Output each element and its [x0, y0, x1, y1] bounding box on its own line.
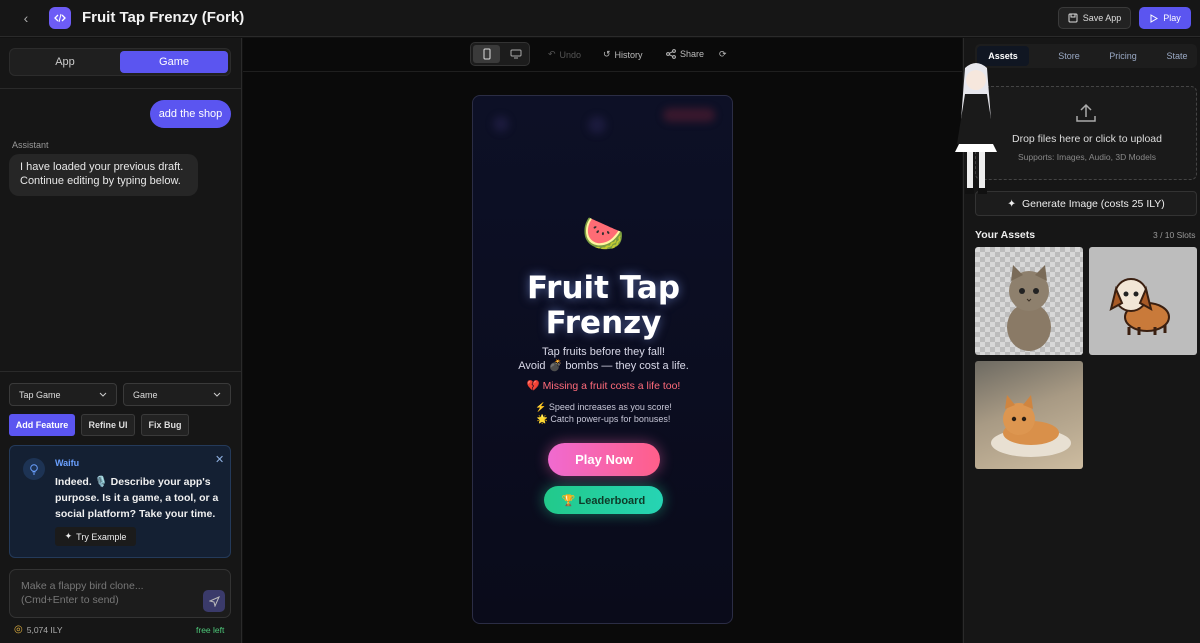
template-select[interactable]: Tap Game [9, 383, 117, 406]
template-select-value: Tap Game [19, 389, 61, 400]
preview-area: ↶ Undo ↺ History Share ⟳ 🍉 Fruit Tap Fre… [243, 38, 962, 643]
game-warning: 💔 Missing a fruit costs a life too! [526, 380, 681, 392]
right-tabs: Assets Store Pricing State [975, 44, 1197, 68]
generate-image-button[interactable]: ✦ Generate Image (costs 25 ILY) [975, 191, 1197, 216]
prompt-input[interactable]: Make a flappy bird clone... (Cmd+Enter t… [9, 569, 231, 618]
add-feature-button[interactable]: Add Feature [9, 414, 75, 436]
your-assets-heading: Your Assets [975, 229, 1036, 241]
fix-bug-button[interactable]: Fix Bug [141, 414, 189, 436]
sparkle-icon: ✦ [1007, 197, 1016, 210]
app-title: Fruit Tap Frenzy (Fork) [82, 9, 245, 26]
send-icon [208, 595, 220, 607]
asset-thumbnail-orange-kitten[interactable] [975, 361, 1083, 469]
play-icon [1150, 13, 1159, 23]
dropzone-title: Drop files here or click to upload [1012, 133, 1162, 145]
credits-value: 5,074 ILY [26, 624, 63, 635]
prompt-placeholder: Make a flappy bird clone... (Cmd+Enter t… [21, 580, 144, 606]
close-icon[interactable]: ✕ [215, 453, 224, 466]
kitten-image [1007, 265, 1051, 351]
chat-panel: App Game add the shop Assistant I have l… [0, 38, 242, 643]
free-left-label: free left [196, 625, 225, 635]
upload-dropzone[interactable]: Drop files here or click to upload Suppo… [975, 86, 1197, 180]
mode-segmented-control: App Game [9, 48, 231, 76]
waifu-mascot-image [955, 63, 997, 194]
mode-select[interactable]: Game [123, 383, 231, 406]
share-label: Share [680, 49, 705, 59]
game-title: Fruit Tap Frenzy [473, 270, 732, 341]
refresh-icon[interactable]: ⟳ [719, 49, 727, 60]
game-description-line: Tap fruits before they fall! [542, 346, 665, 358]
history-icon: ↺ [603, 49, 611, 59]
orange-kitten-image [991, 395, 1071, 457]
undo-label: Undo [559, 49, 582, 60]
background-particle [588, 116, 606, 134]
game-preview-frame: 🍉 Fruit Tap Frenzy Tap fruits before the… [472, 95, 733, 624]
game-tip: ⚡ Speed increases as you score! [535, 402, 672, 412]
leaderboard-button[interactable]: 🏆 Leaderboard [544, 486, 663, 514]
save-app-button[interactable]: Save App [1058, 7, 1131, 29]
mode-select-value: Game [133, 389, 158, 400]
mobile-icon[interactable] [473, 45, 500, 63]
tab-game[interactable]: Game [120, 51, 228, 73]
waifu-tip-card: Waifu ✕ Indeed. 🎙️ Describe your app's p… [9, 445, 231, 558]
tab-app[interactable]: App [12, 51, 118, 73]
assistant-label: Assistant [12, 140, 49, 150]
play-button[interactable]: Play [1139, 7, 1191, 29]
puppy-image [1109, 278, 1170, 335]
assistant-message-line: I have loaded your previous draft. [20, 161, 184, 173]
try-example-button[interactable]: ✦ Try Example [55, 527, 136, 546]
asset-thumbnail-kitten[interactable] [975, 247, 1083, 355]
back-chevron-icon[interactable]: ‹ [18, 10, 34, 26]
history-button[interactable]: ↺ History [603, 49, 643, 60]
background-particle [663, 108, 715, 122]
share-button[interactable]: Share [666, 49, 704, 59]
chevron-down-icon [99, 392, 107, 397]
game-tips: ⚡ Speed increases as you score! 🌟 Catch … [473, 401, 732, 425]
play-label: Play [1163, 13, 1181, 23]
sparkle-icon: ✦ [64, 531, 73, 541]
undo-button[interactable]: ↶ Undo [548, 49, 581, 60]
history-label: History [614, 49, 643, 60]
user-message: add the shop [150, 100, 231, 128]
code-icon [49, 7, 71, 29]
try-example-label: Try Example [76, 531, 127, 542]
save-icon [1068, 13, 1078, 23]
generate-image-label: Generate Image (costs 25 ILY) [1022, 197, 1165, 210]
tab-state[interactable]: State [1147, 44, 1200, 68]
send-button[interactable] [203, 590, 225, 612]
preview-toolbar: ↶ Undo ↺ History Share ⟳ [243, 38, 962, 72]
watermelon-icon: 🍉 [582, 215, 625, 253]
asset-thumbnail-puppy[interactable] [1089, 247, 1197, 355]
tab-store[interactable]: Store [1039, 44, 1099, 68]
game-title-line: Fruit Tap [526, 270, 681, 306]
share-icon [666, 49, 676, 59]
assistant-message-line: Continue editing by typing below. [20, 175, 181, 187]
game-description: Tap fruits before they fall! Avoid 💣 bom… [473, 345, 732, 373]
slots-count: 3 / 10 Slots [1153, 230, 1196, 240]
game-title-line: Frenzy [545, 305, 662, 341]
game-description-line: Avoid 💣 bombs — they cost a life. [518, 360, 689, 372]
desktop-icon[interactable] [502, 45, 529, 63]
undo-icon: ↶ [548, 49, 556, 59]
save-app-label: Save App [1082, 13, 1122, 23]
play-now-button[interactable]: Play Now [548, 443, 660, 476]
divider [0, 88, 242, 89]
device-toggle [470, 42, 530, 66]
waifu-message: Indeed. 🎙️ Describe your app's purpose. … [55, 476, 219, 520]
waifu-name: Waifu [55, 458, 80, 468]
coins-icon: ◎ [14, 624, 23, 635]
tab-pricing[interactable]: Pricing [1093, 44, 1153, 68]
game-tip: 🌟 Catch power-ups for bonuses! [536, 414, 671, 424]
background-particle [493, 116, 509, 132]
lightbulb-icon [23, 458, 45, 480]
assistant-message: I have loaded your previous draft. Conti… [9, 154, 198, 196]
dropzone-subtitle: Supports: Images, Audio, 3D Models [1018, 152, 1156, 162]
upload-icon [1076, 103, 1096, 122]
divider [0, 371, 242, 372]
chevron-down-icon [213, 392, 221, 397]
refine-ui-button[interactable]: Refine UI [81, 414, 135, 436]
top-bar: ‹ Fruit Tap Frenzy (Fork) Save App Play [0, 0, 1200, 37]
credits-balance: ◎ 5,074 ILY [14, 624, 63, 635]
